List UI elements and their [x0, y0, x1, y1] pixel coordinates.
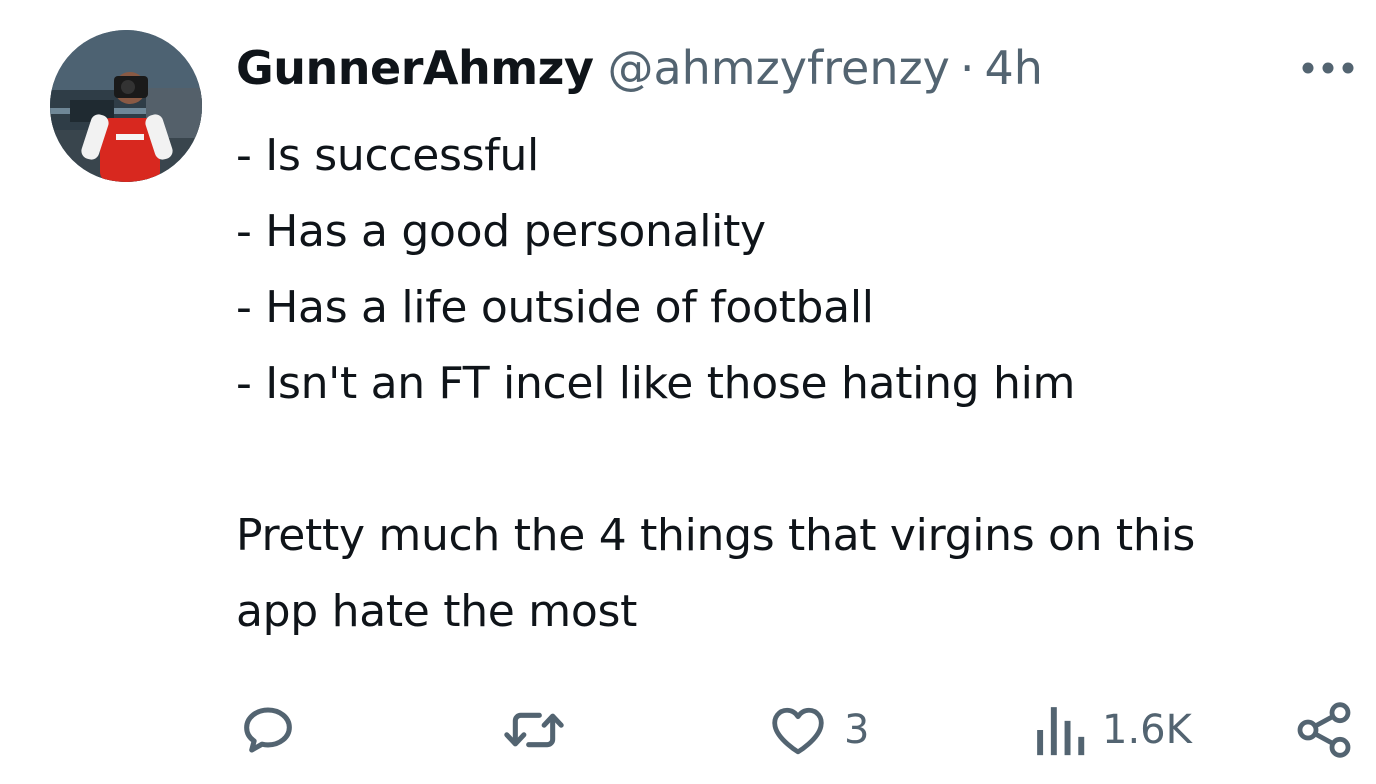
action-bar: 3 1.6K [236, 694, 1360, 766]
views-count: 1.6K [1102, 707, 1192, 753]
share-icon [1297, 702, 1351, 758]
like-button[interactable]: 3 [766, 694, 869, 766]
reply-icon [244, 707, 292, 753]
more-horizontal-icon [1302, 62, 1354, 74]
tweet-text-line: - Has a good personality [236, 206, 766, 257]
retweet-icon [504, 712, 564, 748]
tweet-text-line: - Is successful [236, 130, 539, 181]
tweet-text-line: app hate the most [236, 586, 638, 637]
timestamp[interactable]: 4h [985, 36, 1043, 100]
user-handle[interactable]: @ahmzyfrenzy [607, 36, 949, 100]
tweet-header: GunnerAhmzy @ahmzyfrenzy · 4h [236, 36, 1043, 100]
tweet-text-line: - Isn't an FT incel like those hating hi… [236, 358, 1076, 409]
like-count: 3 [844, 707, 870, 753]
tweet-text: - Is successful - Has a good personality… [236, 118, 1356, 650]
display-name[interactable]: GunnerAhmzy [236, 36, 594, 100]
share-button[interactable] [1292, 694, 1356, 766]
views-button[interactable]: 1.6K [1032, 694, 1192, 766]
separator-dot: · [959, 41, 975, 95]
avatar[interactable] [50, 30, 202, 182]
avatar-photo [50, 30, 202, 182]
tweet-text-line: - Has a life outside of football [236, 282, 874, 333]
retweet-button[interactable] [498, 694, 570, 766]
views-icon [1037, 707, 1085, 756]
tweet-text-line: Pretty much the 4 things that virgins on… [236, 510, 1196, 561]
more-options-button[interactable] [1296, 50, 1360, 86]
reply-button[interactable] [236, 694, 300, 766]
heart-icon [772, 707, 824, 755]
